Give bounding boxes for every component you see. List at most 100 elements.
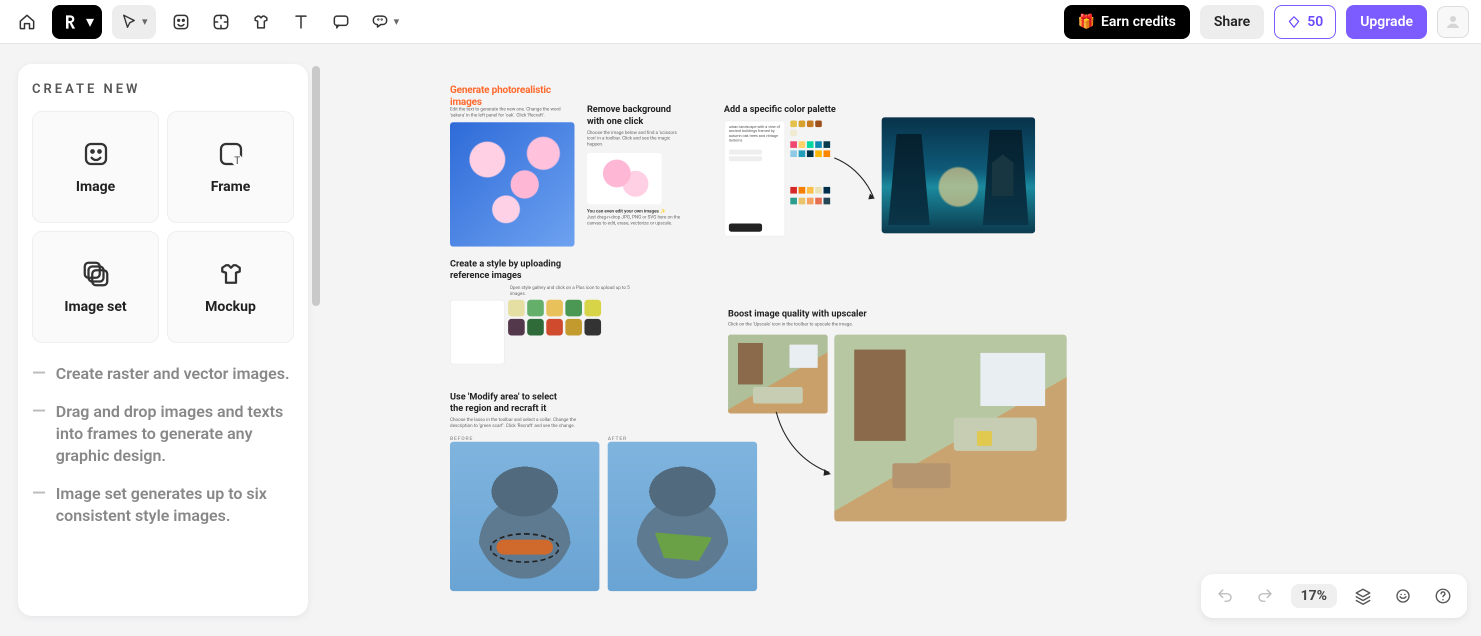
style-thumb[interactable] [527, 319, 544, 336]
create-image-card[interactable]: Image [32, 111, 159, 223]
palette-swatch[interactable] [807, 150, 814, 157]
style-thumb[interactable] [527, 300, 544, 317]
palette-swatch[interactable] [790, 187, 797, 194]
canvas-image-room-large[interactable] [834, 335, 1066, 522]
palette-swatch[interactable] [815, 150, 822, 157]
create-frame-card[interactable]: T Frame [167, 111, 294, 223]
view-button[interactable] [1389, 582, 1417, 610]
comment-tool[interactable] [326, 7, 356, 37]
create-imageset-card[interactable]: Image set [32, 231, 159, 343]
redo-button[interactable] [1251, 582, 1279, 610]
palette-swatch[interactable] [799, 187, 806, 194]
canvas-image-sakura[interactable] [450, 122, 575, 247]
credits-pill[interactable]: 50 [1274, 5, 1336, 39]
help-button[interactable] [1429, 582, 1457, 610]
palette-swatch[interactable] [807, 120, 814, 127]
canvas[interactable]: Generate photorealistic images Edit the … [330, 44, 1481, 636]
palette-swatch[interactable] [790, 198, 797, 205]
palette-swatch[interactable] [824, 141, 831, 148]
palette-swatch[interactable] [799, 120, 806, 127]
card-label: Image [76, 179, 115, 195]
style-thumb[interactable] [508, 300, 525, 317]
palette-swatch[interactable] [815, 187, 822, 194]
imageset-icon [81, 259, 111, 289]
canvas-image-dog-before[interactable] [450, 442, 599, 591]
removebg-title: Remove background with one click [587, 104, 687, 127]
style-thumb[interactable] [508, 319, 525, 336]
style-thumb[interactable] [546, 319, 563, 336]
credits-value: 50 [1307, 14, 1323, 30]
section-subtext: Edit the text to generate the new one. C… [450, 107, 575, 119]
app-logo-menu[interactable]: ▾ [52, 5, 102, 39]
share-label: Share [1214, 14, 1250, 30]
tip-text: Create raster and vector images. [56, 363, 290, 385]
tip-item: — Image set generates up to six consiste… [32, 483, 294, 527]
prompt-preview: urban landscape with a view of ancient b… [729, 125, 780, 143]
create-mockup-card[interactable]: Mockup [167, 231, 294, 343]
modify-subtext: Choose the lasso in the toolbar and sele… [450, 417, 599, 429]
palette-swatch[interactable] [799, 150, 806, 157]
zoom-level[interactable]: 17% [1291, 584, 1337, 608]
svg-text:T: T [234, 156, 240, 167]
tip-text: Image set generates up to six consistent… [56, 483, 294, 527]
palette-swatch[interactable] [799, 129, 806, 136]
dash-icon: — [32, 401, 46, 467]
mockup-tool[interactable] [246, 7, 276, 37]
tip-text: Drag and drop images and texts into fram… [56, 401, 294, 467]
canvas-image-fantasy[interactable] [882, 117, 1036, 233]
user-icon [1444, 13, 1462, 31]
canvas-image-room-small[interactable] [728, 335, 828, 414]
palette-swatch[interactable] [807, 141, 814, 148]
removebg-subtext: Choose the image below and find a 'sciss… [587, 130, 687, 148]
palette-swatch[interactable] [815, 198, 822, 205]
arrow-icon [830, 154, 880, 204]
card-label: Image set [64, 299, 126, 315]
style-thumb[interactable] [565, 319, 582, 336]
palette-swatch[interactable] [790, 129, 797, 136]
earn-credits-button[interactable]: 🎁 Earn credits [1064, 5, 1190, 39]
canvas-image-sakura-cut[interactable] [587, 153, 662, 204]
style-thumb[interactable] [584, 319, 601, 336]
canvas-style-panel[interactable] [450, 300, 505, 365]
style-thumb[interactable] [565, 300, 582, 317]
user-avatar[interactable] [1437, 6, 1469, 38]
home-button[interactable] [12, 7, 42, 37]
chevron-down-icon: ▾ [86, 12, 94, 31]
select-tool[interactable]: ▾ [112, 5, 156, 39]
ai-tools-menu[interactable]: ▾ [366, 7, 404, 37]
tip-item: — Create raster and vector images. [32, 363, 294, 385]
upgrade-label: Upgrade [1360, 14, 1413, 30]
palette-swatch[interactable] [799, 198, 806, 205]
palette-swatch[interactable] [807, 187, 814, 194]
text-tool[interactable] [286, 7, 316, 37]
panel-scrollbar[interactable] [312, 64, 320, 616]
chevron-down-icon: ▾ [394, 15, 400, 28]
layers-button[interactable] [1349, 582, 1377, 610]
upscale-title: Boost image quality with upscaler [728, 308, 1067, 319]
upgrade-button[interactable]: Upgrade [1346, 5, 1427, 39]
share-button[interactable]: Share [1200, 5, 1264, 39]
palette-swatch[interactable] [790, 120, 797, 127]
chevron-down-icon: ▾ [142, 15, 148, 28]
image-tool[interactable] [166, 7, 196, 37]
style-thumb[interactable] [584, 300, 601, 317]
frame-icon: T [216, 139, 246, 169]
palette-swatch[interactable] [790, 150, 797, 157]
upscale-subtext: Click on the 'Upscale' icon in the toolb… [728, 322, 894, 328]
frame-tool[interactable] [206, 7, 236, 37]
style-thumb[interactable] [546, 300, 563, 317]
gift-icon: 🎁 [1078, 14, 1095, 30]
palette-swatch[interactable] [799, 141, 806, 148]
canvas-palette-panel[interactable]: urban landscape with a view of ancient b… [724, 120, 785, 236]
diamond-icon [1287, 15, 1301, 29]
palette-swatch[interactable] [815, 141, 822, 148]
dash-icon: — [32, 363, 46, 385]
removebg-note2: Just drag-n-drop JPG, PNG or SVG here on… [587, 215, 687, 227]
palette-swatch[interactable] [807, 198, 814, 205]
panel-title: CREATE NEW [32, 82, 294, 97]
dash-icon: — [32, 483, 46, 527]
palette-swatch[interactable] [815, 120, 822, 127]
palette-swatch[interactable] [790, 141, 797, 148]
palette-title: Add a specific color palette [724, 104, 840, 115]
undo-button[interactable] [1211, 582, 1239, 610]
